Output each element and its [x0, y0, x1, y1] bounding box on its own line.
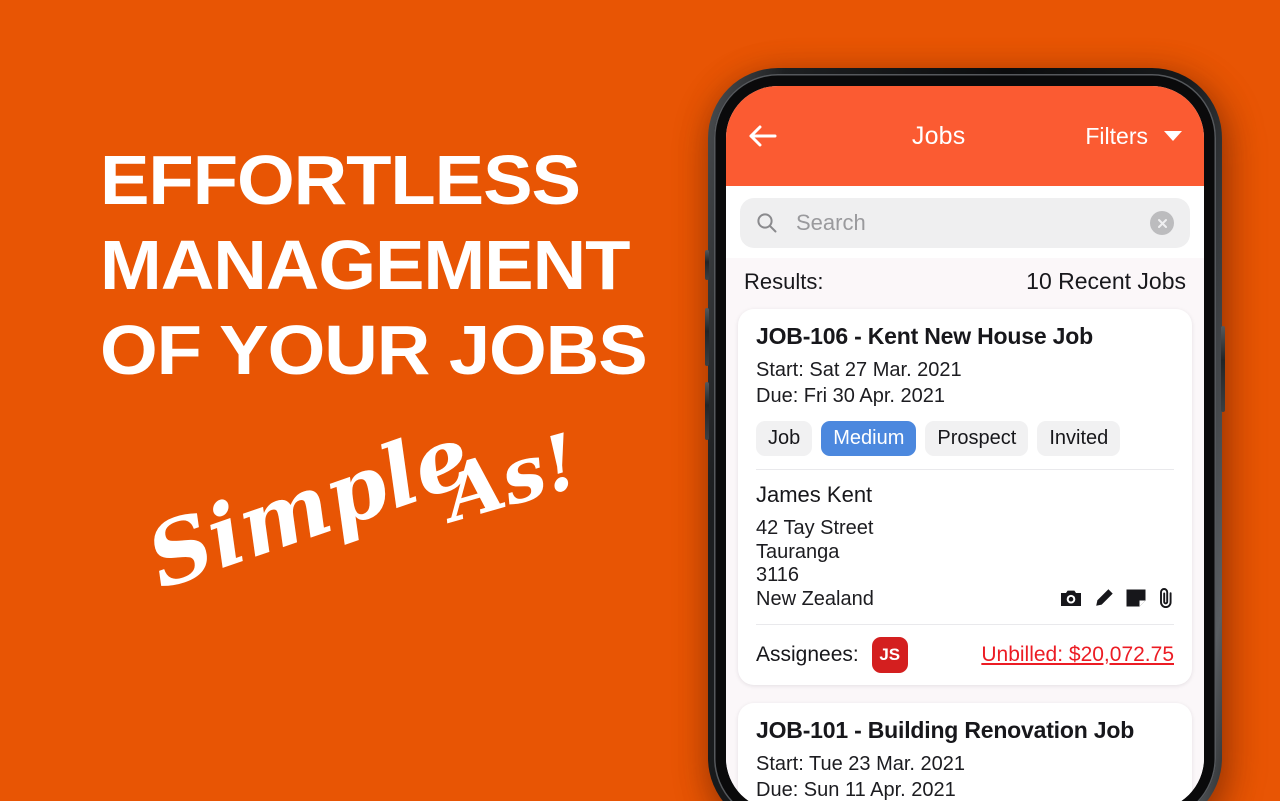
- search-input[interactable]: Search: [740, 198, 1190, 248]
- filters-button[interactable]: Filters: [1085, 123, 1182, 150]
- power-button[interactable]: [1221, 326, 1225, 412]
- promo-stage: EFFORTLESS MANAGEMENT OF YOUR JOBS Simpl…: [0, 0, 1280, 801]
- results-label: Results:: [744, 269, 824, 294]
- headline-line-2: MANAGEMENT: [100, 226, 630, 304]
- attachment-icon[interactable]: [1158, 587, 1174, 609]
- job-tag-type[interactable]: Job: [756, 421, 813, 456]
- search-icon: [757, 213, 777, 233]
- job-title: JOB-106 - Kent New House Job: [756, 323, 1093, 349]
- card-action-icons: [1060, 587, 1174, 611]
- address-line-postcode: 3116: [756, 564, 800, 586]
- silent-switch-button[interactable]: [705, 250, 709, 280]
- job-tag-priority[interactable]: Medium: [821, 421, 917, 456]
- volume-up-button[interactable]: [705, 308, 709, 366]
- phone-device: Jobs Filters Search Results: 10 Recent J…: [705, 68, 1225, 801]
- card-divider: [756, 469, 1174, 470]
- volume-down-button[interactable]: [705, 382, 709, 440]
- headline-line-3: OF YOUR JOBS: [100, 311, 648, 389]
- job-title: JOB-101 - Building Renovation Job: [756, 717, 1135, 743]
- search-zone: Search: [726, 186, 1204, 258]
- filters-label: Filters: [1085, 122, 1148, 149]
- job-start-date: Start: Sat 27 Mar. 2021: [756, 359, 962, 381]
- client-name: James Kent: [756, 482, 873, 507]
- unbilled-amount-link[interactable]: Unbilled: $20,072.75: [981, 643, 1174, 667]
- search-placeholder: Search: [796, 210, 866, 235]
- assignee-group: Assignees: JS: [756, 637, 908, 673]
- results-count: 10 Recent Jobs: [1026, 268, 1186, 294]
- assignees-label: Assignees:: [756, 643, 859, 666]
- app-header: Jobs Filters: [726, 86, 1204, 186]
- job-card[interactable]: JOB-106 - Kent New House Job Start: Sat …: [738, 309, 1192, 685]
- avatar[interactable]: JS: [871, 637, 908, 673]
- address-line-street: 42 Tay Street: [756, 517, 874, 539]
- pencil-icon[interactable]: [1093, 588, 1114, 609]
- job-list: JOB-106 - Kent New House Job Start: Sat …: [726, 309, 1204, 801]
- note-icon[interactable]: [1125, 588, 1147, 608]
- job-due-date: Due: Sun 11 Apr. 2021: [756, 779, 956, 801]
- address-line-country: New Zealand: [756, 587, 874, 610]
- headline-line-1: EFFORTLESS: [100, 141, 581, 219]
- job-due-date: Due: Fri 30 Apr. 2021: [756, 385, 946, 407]
- arrow-left-icon: [749, 125, 777, 147]
- close-icon: [1157, 218, 1167, 228]
- phone-screen: Jobs Filters Search Results: 10 Recent J…: [726, 86, 1204, 801]
- camera-icon[interactable]: [1060, 588, 1082, 608]
- job-start-date: Start: Tue 23 Mar. 2021: [756, 753, 966, 775]
- job-card[interactable]: JOB-101 - Building Renovation Job Start:…: [738, 703, 1192, 801]
- promo-headline: EFFORTLESS MANAGEMENT OF YOUR JOBS: [100, 138, 660, 393]
- job-tag-row: Job Medium Prospect Invited: [756, 421, 1174, 456]
- chevron-down-icon: [1164, 131, 1182, 141]
- back-button[interactable]: [748, 116, 788, 156]
- page-title: Jobs: [911, 121, 966, 150]
- job-tag-stage[interactable]: Prospect: [925, 421, 1029, 456]
- assignee-row: Assignees: JS Unbilled: $20,072.75: [756, 637, 1174, 673]
- clear-search-button[interactable]: [1150, 211, 1174, 235]
- results-summary: Results: 10 Recent Jobs: [726, 258, 1204, 309]
- card-divider-2: [756, 624, 1174, 625]
- address-line-city: Tauranga: [756, 540, 840, 563]
- script-word-simple: Simple: [135, 404, 484, 609]
- promo-script: Simple As!: [135, 405, 660, 650]
- address-block: 42 Tay Street Tauranga 3116 New Zealand: [756, 517, 1174, 611]
- job-tag-status[interactable]: Invited: [1037, 421, 1121, 456]
- client-address: 42 Tay Street Tauranga 3116 New Zealand: [756, 517, 874, 611]
